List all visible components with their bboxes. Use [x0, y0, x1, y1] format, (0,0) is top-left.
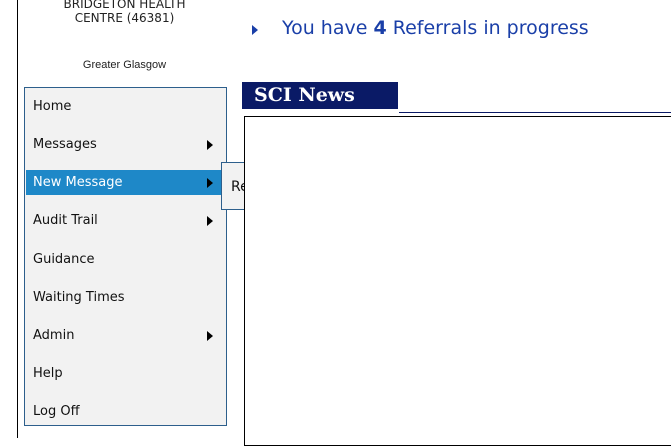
organisation-region: Greater Glasgow	[82, 59, 167, 71]
page-left-border	[17, 0, 18, 438]
referrals-status-text: You have 4 Referrals in progress	[282, 17, 589, 39]
menu-item-label: Messages	[33, 137, 97, 152]
menu-item-home[interactable]: Home	[26, 94, 225, 119]
menu-item-new-message[interactable]: New Message	[26, 170, 225, 195]
menu-item-label: Home	[33, 99, 72, 114]
referrals-status: You have 4 Referrals in progress	[252, 17, 589, 39]
organisation-name-line2: CENTRE (46381)	[74, 11, 175, 25]
menu-item-label: Audit Trail	[33, 213, 98, 228]
bullet-arrow-icon	[252, 25, 258, 35]
news-divider	[399, 112, 671, 113]
submenu-arrow-icon	[207, 216, 213, 226]
submenu-arrow-icon	[207, 178, 213, 188]
menu-item-label: Waiting Times	[33, 290, 125, 305]
news-title: SCI News	[254, 84, 355, 106]
menu-item-audit-trail[interactable]: Audit Trail	[26, 208, 225, 233]
status-suffix: Referrals in progress	[392, 17, 589, 39]
menu-item-label: Help	[33, 366, 63, 381]
news-panel	[244, 116, 671, 446]
menu-item-guidance[interactable]: Guidance	[26, 247, 225, 272]
news-header: SCI News	[242, 82, 398, 109]
menu-item-label: Log Off	[33, 404, 80, 419]
menu-item-waiting-times[interactable]: Waiting Times	[26, 285, 225, 310]
submenu-arrow-icon	[207, 331, 213, 341]
menu-item-help[interactable]: Help	[26, 361, 225, 386]
main-menu: Home Messages New Message Audit Trail Gu…	[24, 87, 227, 426]
status-prefix: You have	[282, 17, 368, 39]
menu-item-label: New Message	[33, 175, 123, 190]
menu-item-label: Admin	[33, 328, 75, 343]
submenu-arrow-icon	[207, 140, 213, 150]
menu-item-label: Guidance	[33, 252, 95, 267]
organisation-name: BRIDGETON HEALTH CENTRE (46381)	[22, 0, 227, 40]
referral-count: 4	[373, 17, 387, 39]
menu-item-admin[interactable]: Admin	[26, 323, 225, 348]
menu-item-messages[interactable]: Messages	[26, 132, 225, 157]
menu-item-log-off[interactable]: Log Off	[26, 399, 225, 424]
organisation-name-line1: BRIDGETON HEALTH	[63, 0, 186, 11]
